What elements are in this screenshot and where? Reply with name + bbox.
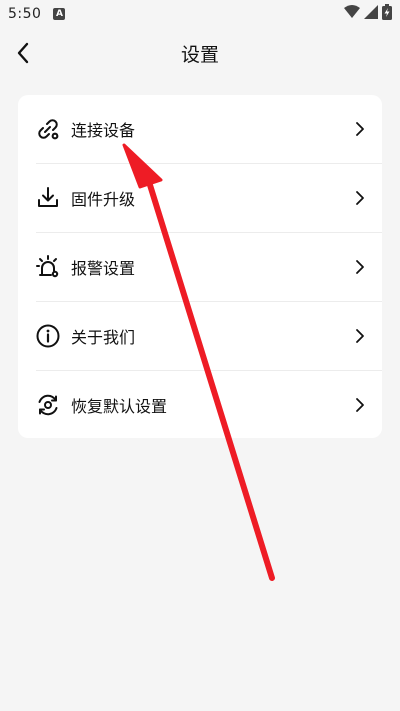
notification-icon: A: [53, 8, 66, 20]
signal-icon: [364, 5, 378, 23]
settings-item-restore-defaults[interactable]: 恢复默认设置: [18, 371, 382, 439]
alarm-light-icon: [35, 254, 61, 280]
settings-item-firmware-upgrade[interactable]: 固件升级: [18, 164, 382, 232]
battery-charging-icon: [382, 4, 392, 24]
page-title: 设置: [180, 43, 219, 66]
status-bar: 5:50 A: [0, 0, 400, 28]
settings-item-alarm-settings[interactable]: 报警设置: [18, 233, 382, 301]
reset-icon: [35, 392, 61, 418]
chevron-right-icon: [354, 190, 366, 206]
settings-item-label: 报警设置: [71, 259, 136, 278]
settings-item-label: 连接设备: [71, 121, 136, 140]
chevron-right-icon: [354, 259, 366, 275]
wifi-icon: [344, 5, 360, 23]
settings-item-label: 固件升级: [71, 190, 136, 209]
link-gear-icon: [35, 116, 61, 142]
chevron-right-icon: [354, 328, 366, 344]
download-icon: [35, 185, 61, 211]
status-icons: [344, 4, 392, 24]
info-icon: [35, 323, 61, 349]
settings-item-label: 关于我们: [71, 328, 136, 347]
back-button[interactable]: [8, 38, 38, 68]
chevron-left-icon: [17, 42, 29, 64]
app-header: 设置: [0, 28, 400, 78]
settings-item-about-us[interactable]: 关于我们: [18, 302, 382, 370]
chevron-right-icon: [354, 397, 366, 413]
settings-item-connect-device[interactable]: 连接设备: [18, 95, 382, 163]
settings-card: 连接设备 固件升级 报警设置 关于我们 恢复默认设置: [18, 95, 382, 438]
status-time: 5:50: [8, 6, 42, 22]
chevron-right-icon: [354, 121, 366, 137]
settings-item-label: 恢复默认设置: [71, 397, 168, 416]
